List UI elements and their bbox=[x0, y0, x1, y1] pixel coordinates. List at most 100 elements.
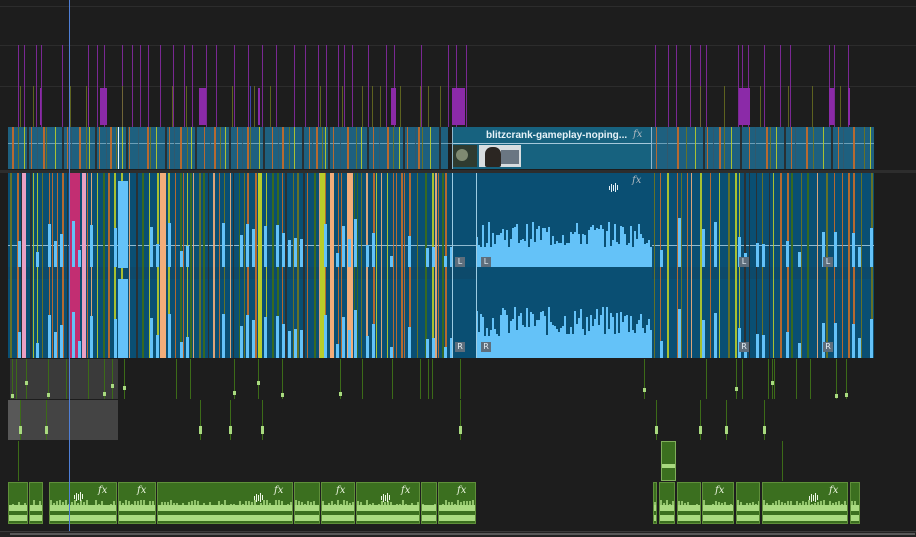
scrollbar-thumb[interactable] bbox=[10, 533, 915, 535]
audio-track-4[interactable] bbox=[0, 441, 916, 481]
clip-cut bbox=[420, 359, 421, 399]
music-clip[interactable]: fx bbox=[356, 482, 420, 524]
fx-badge[interactable]: fx bbox=[829, 485, 838, 496]
music-clip[interactable] bbox=[653, 482, 657, 524]
marker-line bbox=[748, 45, 749, 86]
clip-cut bbox=[297, 173, 299, 358]
waveform-icon[interactable] bbox=[74, 486, 84, 505]
clip-cut bbox=[42, 173, 43, 358]
music-clip[interactable]: fx bbox=[118, 482, 156, 524]
waveform-bar bbox=[378, 504, 380, 508]
marker-line bbox=[20, 86, 21, 127]
waveform-icon[interactable] bbox=[381, 487, 391, 506]
fx-badge[interactable]: fx bbox=[336, 485, 345, 496]
clip-edge bbox=[806, 127, 808, 169]
fx-badge[interactable]: fx bbox=[274, 485, 283, 496]
audio-clip[interactable] bbox=[661, 441, 676, 481]
marker-line bbox=[706, 45, 707, 86]
marker-line bbox=[18, 86, 19, 127]
music-clip[interactable] bbox=[421, 482, 437, 524]
clip-cut bbox=[710, 173, 711, 358]
waveform-bar bbox=[799, 503, 801, 508]
music-clip[interactable]: fx bbox=[438, 482, 476, 524]
music-clip[interactable]: fx bbox=[321, 482, 355, 524]
waveform-icon[interactable] bbox=[254, 487, 264, 506]
music-clip[interactable] bbox=[850, 482, 860, 524]
music-clip[interactable]: fx bbox=[157, 482, 293, 524]
clip-cut bbox=[361, 173, 362, 358]
fx-badge[interactable]: fx bbox=[137, 485, 146, 496]
fx-badge[interactable]: fx bbox=[632, 175, 641, 186]
audio-track-2[interactable] bbox=[0, 359, 916, 399]
video-track-1[interactable]: blitzcrank-gameplay-noping... fx bbox=[0, 127, 916, 169]
waveform-bar bbox=[847, 505, 848, 508]
horizontal-scrollbar[interactable] bbox=[0, 531, 916, 537]
waveform-bar bbox=[71, 502, 73, 508]
fx-badge[interactable]: fx bbox=[715, 485, 724, 496]
channel-right-label: R bbox=[481, 342, 491, 352]
audio-clip-gray[interactable] bbox=[8, 400, 118, 440]
music-clip[interactable] bbox=[659, 482, 675, 524]
clip-edge bbox=[31, 127, 32, 169]
waveform-bar bbox=[325, 505, 327, 508]
music-clip[interactable] bbox=[677, 482, 701, 524]
video-clip-selected[interactable]: blitzcrank-gameplay-noping... fx bbox=[452, 127, 652, 169]
music-track[interactable]: fx fx fx fx fx fx fx fx bbox=[0, 482, 916, 524]
waveform-bar bbox=[294, 238, 297, 267]
waveform-bar bbox=[72, 312, 75, 358]
waveform-bar bbox=[269, 503, 271, 508]
waveform-bar bbox=[164, 502, 166, 508]
waveform-bar bbox=[307, 501, 309, 508]
music-clip[interactable] bbox=[29, 482, 43, 524]
waveform-icon-bar bbox=[74, 494, 75, 499]
marker-line bbox=[700, 86, 701, 127]
waveform-bar bbox=[156, 244, 159, 267]
video-track-3[interactable] bbox=[0, 45, 916, 86]
waveform-icon[interactable] bbox=[809, 487, 819, 506]
waveform-bar bbox=[763, 500, 765, 508]
waveform-bar bbox=[372, 503, 374, 508]
playhead[interactable] bbox=[69, 0, 70, 537]
clip-cap bbox=[643, 388, 646, 392]
waveform-bar bbox=[703, 500, 705, 508]
clip-edge bbox=[43, 127, 45, 169]
waveform-bar bbox=[826, 505, 828, 508]
video-track-2[interactable] bbox=[0, 86, 916, 127]
waveform-bar bbox=[408, 505, 410, 508]
clip-cut bbox=[376, 173, 377, 358]
video-clip-strip[interactable] bbox=[8, 127, 448, 169]
waveform-bar bbox=[730, 504, 732, 508]
waveform-bar bbox=[24, 503, 26, 508]
marker-line bbox=[344, 45, 345, 86]
waveform-bar bbox=[246, 224, 249, 267]
clip-cut bbox=[782, 441, 783, 481]
clip-cut bbox=[190, 173, 192, 358]
waveform-bar bbox=[854, 501, 856, 508]
fx-badge[interactable]: fx bbox=[401, 485, 410, 496]
waveform-bar bbox=[282, 233, 285, 267]
waveform-bar bbox=[65, 500, 67, 508]
audio-track-3[interactable] bbox=[0, 400, 916, 440]
waveform-bar bbox=[336, 253, 339, 267]
marker-line bbox=[248, 45, 249, 86]
clip-edge bbox=[379, 127, 380, 169]
audio-clip-gray[interactable] bbox=[8, 400, 20, 440]
marker-line bbox=[342, 86, 343, 127]
marker-line bbox=[140, 45, 141, 86]
clip-edge bbox=[724, 127, 725, 169]
audio-track-1[interactable]: fx L R L R L R L R bbox=[0, 173, 916, 358]
waveform-icon[interactable] bbox=[609, 177, 619, 196]
music-clip[interactable]: fx bbox=[762, 482, 848, 524]
music-clip[interactable] bbox=[294, 482, 320, 524]
waveform-bar bbox=[372, 324, 375, 358]
music-clip[interactable]: fx bbox=[702, 482, 734, 524]
music-clip[interactable] bbox=[736, 482, 760, 524]
marker-line bbox=[834, 86, 835, 127]
fx-badge[interactable]: fx bbox=[98, 485, 107, 496]
timeline-panel[interactable]: blitzcrank-gameplay-noping... fx fx L R L R L R… bbox=[0, 0, 916, 537]
waveform-bar bbox=[53, 503, 55, 508]
clip-cap bbox=[281, 393, 284, 397]
fx-badge[interactable]: fx bbox=[457, 485, 466, 496]
music-clip[interactable] bbox=[8, 482, 28, 524]
fx-badge[interactable]: fx bbox=[633, 129, 642, 140]
